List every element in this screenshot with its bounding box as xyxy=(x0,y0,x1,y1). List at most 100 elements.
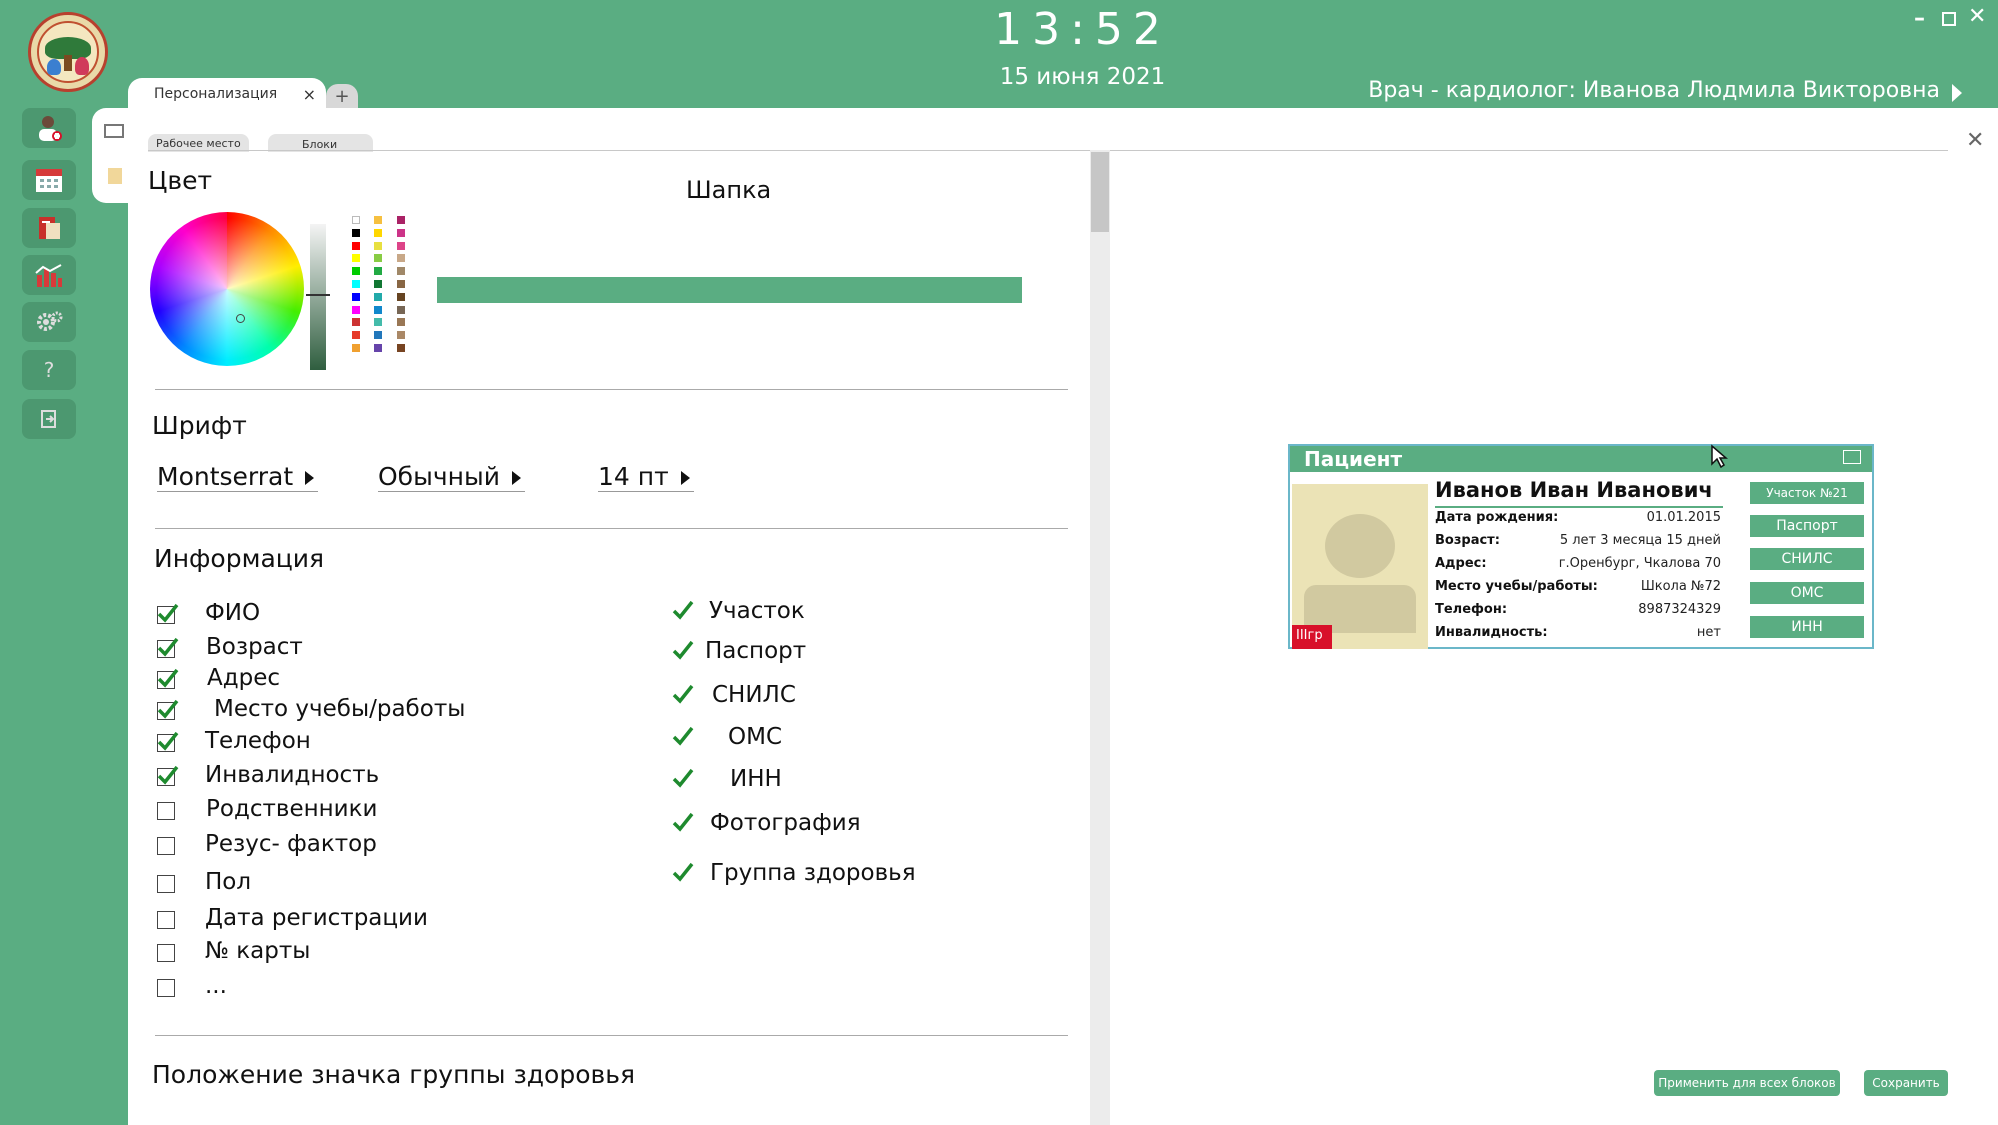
medical-records-icon[interactable] xyxy=(22,208,76,248)
checkbox[interactable] xyxy=(157,699,179,720)
checkbox-label: Телефон xyxy=(205,728,311,754)
patient-doc-button[interactable]: ОМС xyxy=(1750,582,1864,604)
dropdown-arrow-icon xyxy=(680,471,690,485)
checkbox[interactable] xyxy=(672,768,694,790)
logout-icon[interactable] xyxy=(22,399,76,439)
color-swatch[interactable] xyxy=(374,241,382,250)
color-swatch[interactable] xyxy=(374,267,382,276)
close-panel-icon[interactable]: ✕ xyxy=(1966,128,1984,153)
calendar-icon[interactable] xyxy=(22,160,76,200)
checkbox-label: Фотография xyxy=(710,810,861,836)
checkbox[interactable] xyxy=(157,765,179,786)
checkbox[interactable] xyxy=(157,837,175,855)
color-swatch[interactable] xyxy=(352,241,360,250)
apply-all-button[interactable]: Применить для всех блоков xyxy=(1654,1070,1840,1096)
color-swatch[interactable] xyxy=(374,292,382,301)
statistics-icon[interactable] xyxy=(22,255,76,295)
info-section-title: Информация xyxy=(154,544,325,573)
maximize-icon[interactable] xyxy=(1942,12,1956,26)
patient-doc-button[interactable]: СНИЛС xyxy=(1750,548,1864,570)
checkbox[interactable] xyxy=(672,640,694,662)
color-swatch[interactable] xyxy=(397,216,405,224)
patient-name: Иванов Иван Иванович xyxy=(1435,478,1713,502)
dropdown-arrow-icon xyxy=(305,471,315,485)
color-swatch[interactable] xyxy=(352,331,360,340)
checkbox[interactable] xyxy=(157,637,179,658)
scrollbar[interactable] xyxy=(1090,150,1110,1125)
color-swatch[interactable] xyxy=(397,331,405,340)
doctor-icon[interactable] xyxy=(22,108,76,148)
checkbox[interactable] xyxy=(157,802,175,820)
field-value: нет xyxy=(1696,625,1721,640)
color-section-title: Цвет xyxy=(148,166,213,195)
font-family-select[interactable]: Montserrat xyxy=(157,462,319,492)
font-style-value: Обычный xyxy=(378,462,500,491)
checkbox[interactable] xyxy=(672,684,694,706)
mouse-cursor-icon xyxy=(1711,444,1728,469)
checkbox[interactable] xyxy=(672,600,694,622)
color-swatch[interactable] xyxy=(397,228,405,237)
color-swatch[interactable] xyxy=(374,254,382,263)
color-swatch[interactable] xyxy=(352,267,360,276)
color-swatch[interactable] xyxy=(352,280,360,288)
font-style-select[interactable]: Обычный xyxy=(378,462,525,492)
checkbox[interactable] xyxy=(157,603,179,624)
color-swatch[interactable] xyxy=(374,280,382,288)
color-swatch[interactable] xyxy=(374,216,382,224)
patient-doc-button[interactable]: Участок №21 xyxy=(1750,482,1864,504)
color-swatch[interactable] xyxy=(374,331,382,340)
color-swatch[interactable] xyxy=(374,344,382,352)
maximize-card-icon[interactable] xyxy=(1843,450,1861,464)
color-picker-handle[interactable] xyxy=(236,314,245,323)
help-icon[interactable]: ? xyxy=(22,350,76,390)
color-swatch[interactable] xyxy=(397,254,405,263)
color-swatch[interactable] xyxy=(397,318,405,327)
color-swatch[interactable] xyxy=(374,228,382,237)
checkbox-label: Группа здоровья xyxy=(710,860,916,886)
brightness-slider[interactable] xyxy=(310,224,326,370)
checkbox[interactable] xyxy=(672,726,694,748)
close-tab-icon[interactable]: × xyxy=(303,85,316,104)
color-swatch[interactable] xyxy=(397,305,405,314)
color-swatch[interactable] xyxy=(397,292,405,301)
color-swatch[interactable] xyxy=(374,305,382,314)
color-swatch[interactable] xyxy=(352,344,360,352)
checkbox[interactable] xyxy=(157,979,175,997)
health-group-badge: IIIгр xyxy=(1292,625,1332,649)
color-swatch[interactable] xyxy=(352,305,360,314)
checkbox-label: ИНН xyxy=(730,766,782,792)
color-swatch[interactable] xyxy=(374,318,382,327)
checkbox-label: Родственники xyxy=(206,796,378,822)
clock: 13:52 xyxy=(994,4,1171,55)
checkbox[interactable] xyxy=(157,875,175,893)
color-swatch[interactable] xyxy=(397,280,405,288)
color-swatch[interactable] xyxy=(397,344,405,352)
checkbox[interactable] xyxy=(157,944,175,962)
checkbox[interactable] xyxy=(157,911,175,929)
scrollbar-thumb[interactable] xyxy=(1091,152,1109,232)
brightness-slider-handle[interactable] xyxy=(306,294,330,296)
settings-icon[interactable] xyxy=(22,302,76,342)
patient-doc-button[interactable]: ИНН xyxy=(1750,616,1864,638)
color-swatch[interactable] xyxy=(352,254,360,263)
color-swatch[interactable] xyxy=(397,267,405,276)
checkbox-label: Адрес xyxy=(207,665,281,691)
minimize-icon[interactable]: – xyxy=(1914,6,1925,31)
checkbox-label: ОМС xyxy=(728,724,783,750)
checkbox[interactable] xyxy=(672,862,694,884)
user-name[interactable]: Врач - кардиолог: Иванова Людмила Виктор… xyxy=(1368,78,1940,103)
user-menu-arrow-icon[interactable] xyxy=(1952,84,1962,102)
checkbox-label: ... xyxy=(205,973,227,999)
font-size-select[interactable]: 14 пт xyxy=(598,462,694,492)
patient-doc-button[interactable]: Паспорт xyxy=(1750,515,1864,537)
color-swatch[interactable] xyxy=(352,292,360,301)
checkbox[interactable] xyxy=(157,668,179,689)
checkbox[interactable] xyxy=(672,812,694,834)
checkbox[interactable] xyxy=(157,731,179,752)
color-swatch[interactable] xyxy=(397,241,405,250)
color-swatch[interactable] xyxy=(352,228,360,237)
color-swatch[interactable] xyxy=(352,318,360,327)
close-window-icon[interactable]: ✕ xyxy=(1968,4,1986,29)
save-button[interactable]: Сохранить xyxy=(1864,1070,1948,1096)
color-swatch[interactable] xyxy=(352,216,360,224)
